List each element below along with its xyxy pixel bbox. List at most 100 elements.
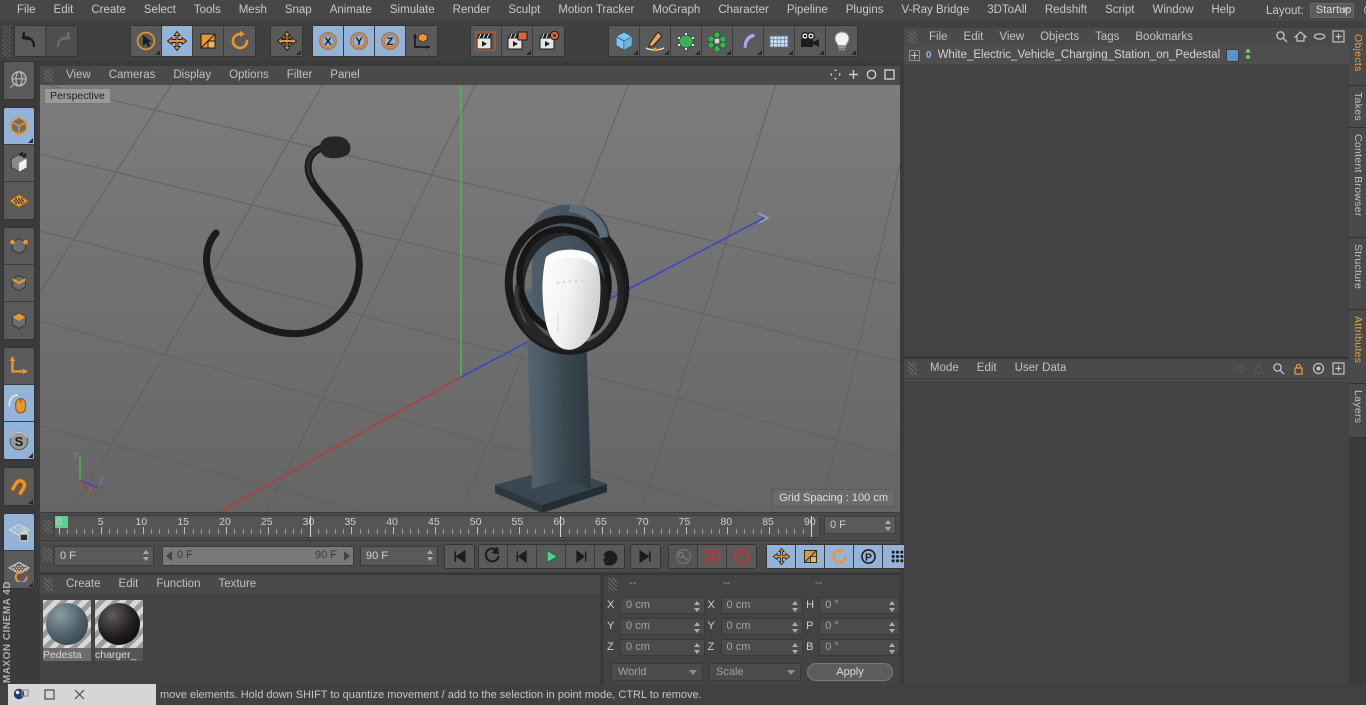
render-to-picture-viewer-button[interactable] xyxy=(502,26,533,56)
menu-item-select[interactable]: Select xyxy=(135,0,185,21)
material-swatch[interactable] xyxy=(43,600,91,648)
snap-magnet-button[interactable] xyxy=(4,468,34,505)
apply-button[interactable]: Apply xyxy=(807,663,893,681)
vertical-tab-layers[interactable]: Layers xyxy=(1349,384,1366,438)
zoom-view-icon[interactable] xyxy=(847,68,860,81)
pan-view-icon[interactable] xyxy=(829,68,842,81)
enable-axis-modification-button[interactable] xyxy=(4,385,34,422)
frame-start-spinner[interactable] xyxy=(143,550,150,561)
search-icon[interactable] xyxy=(1275,30,1288,43)
rotation-key-button[interactable] xyxy=(825,545,854,568)
coord-spinner[interactable] xyxy=(693,642,701,654)
coordinate-mode-select[interactable]: Scale xyxy=(709,663,801,681)
current-frame-field[interactable]: 0 F xyxy=(824,516,896,534)
play-button[interactable] xyxy=(537,545,566,568)
material-item[interactable]: charger_ xyxy=(95,600,143,661)
lock-workplane-button[interactable] xyxy=(4,514,34,551)
go-to-start-button[interactable] xyxy=(445,545,474,568)
timeline-ruler[interactable]: 0 5 10 15 20 25 30 35 40 45 50 55 60 65 70 75 80 85 90 xyxy=(54,515,820,538)
preview-range-slider[interactable]: 0 F 90 F xyxy=(162,546,354,566)
menu-item-mesh[interactable]: Mesh xyxy=(230,0,276,21)
coord-position-input[interactable]: 0 cm xyxy=(620,638,705,656)
add-mograph-button[interactable] xyxy=(702,26,733,56)
go-to-end-button[interactable] xyxy=(631,545,660,568)
coord-rotation-input[interactable]: 0 ° xyxy=(819,596,901,614)
undo-button[interactable] xyxy=(15,26,46,56)
ellipse-icon[interactable] xyxy=(1313,30,1326,43)
autokeying-button[interactable] xyxy=(669,545,698,568)
menu-item-mograph[interactable]: MoGraph xyxy=(643,0,709,21)
material-item[interactable]: Pedesta xyxy=(43,600,91,661)
menu-item-pipeline[interactable]: Pipeline xyxy=(778,0,837,21)
menu-item-file[interactable]: File xyxy=(8,0,45,21)
menu-item-motion-tracker[interactable]: Motion Tracker xyxy=(549,0,643,21)
menu-item-script[interactable]: Script xyxy=(1096,0,1143,21)
object-row[interactable]: 0 White_Electric_Vehicle_Charging_Statio… xyxy=(904,46,1349,64)
object-menu-tags[interactable]: Tags xyxy=(1087,28,1127,46)
parameter-key-button[interactable]: P xyxy=(854,545,883,568)
coord-spinner[interactable] xyxy=(693,600,701,612)
lock-z-axis[interactable]: Z xyxy=(375,26,406,56)
menu-item-edit[interactable]: Edit xyxy=(45,0,83,21)
model-mode-button[interactable] xyxy=(4,108,34,145)
redo-button[interactable] xyxy=(46,26,77,56)
add-cube-button[interactable] xyxy=(609,26,640,56)
object-menu-objects[interactable]: Objects xyxy=(1032,28,1087,46)
menu-item-create[interactable]: Create xyxy=(82,0,135,21)
transport-grip[interactable] xyxy=(43,548,52,561)
material-list[interactable]: Pedesta charger_ xyxy=(40,594,600,661)
frame-spinner[interactable] xyxy=(885,520,892,531)
vertical-tab-content-browser[interactable]: Content Browser xyxy=(1349,128,1366,238)
add-environment-button[interactable] xyxy=(764,26,795,56)
magnifier-icon[interactable] xyxy=(1362,3,1366,19)
toolbar-grip[interactable] xyxy=(2,25,11,57)
frame-end-field[interactable]: 90 F xyxy=(360,546,438,566)
viewport-canvas[interactable] xyxy=(40,66,900,512)
polygons-mode-button[interactable] xyxy=(4,302,34,339)
move-tool[interactable] xyxy=(162,26,193,56)
viewport-menu-options[interactable]: Options xyxy=(220,66,278,85)
render-settings-button[interactable] xyxy=(533,26,564,56)
previous-keyframe-button[interactable] xyxy=(479,545,508,568)
viewport-nav-icons[interactable] xyxy=(829,68,896,81)
keyframe-selection-button[interactable]: ? xyxy=(727,545,756,568)
history-forward-icon[interactable] xyxy=(1252,362,1265,375)
viewport-menu-display[interactable]: Display xyxy=(164,66,220,85)
next-keyframe-button[interactable] xyxy=(595,545,624,568)
coord-size-input[interactable]: 0 cm xyxy=(720,617,804,635)
coord-spinner[interactable] xyxy=(792,642,799,654)
add-deformer-button[interactable] xyxy=(733,26,764,56)
lock-y-axis[interactable]: Y xyxy=(344,26,375,56)
points-mode-button[interactable] xyxy=(4,228,34,265)
menu-item-help[interactable]: Help xyxy=(1202,0,1244,21)
home-icon[interactable] xyxy=(1293,30,1308,43)
material-menu-create[interactable]: Create xyxy=(57,575,110,594)
viewport-grip[interactable] xyxy=(44,69,53,82)
coord-position-input[interactable]: 0 cm xyxy=(620,596,705,614)
menu-item-simulate[interactable]: Simulate xyxy=(381,0,444,21)
menu-item-character[interactable]: Character xyxy=(709,0,778,21)
live-selection-tool[interactable] xyxy=(131,26,162,56)
add-camera-button[interactable] xyxy=(795,26,826,56)
coord-spinner[interactable] xyxy=(693,621,701,633)
object-visibility-dots[interactable] xyxy=(1246,49,1252,62)
menu-item-animate[interactable]: Animate xyxy=(321,0,381,21)
timeline-grip[interactable] xyxy=(43,520,52,533)
object-manager-icons[interactable] xyxy=(1275,30,1345,43)
attribute-menu-edit[interactable]: Edit xyxy=(968,359,1006,378)
coord-spinner[interactable] xyxy=(889,600,896,612)
menu-item-snap[interactable]: Snap xyxy=(276,0,321,21)
menu-item-sculpt[interactable]: Sculpt xyxy=(499,0,549,21)
cinema4d-icon[interactable] xyxy=(8,684,34,705)
coord-position-input[interactable]: 0 cm xyxy=(620,617,705,635)
menu-item-redshift[interactable]: Redshift xyxy=(1036,0,1096,21)
step-forward-button[interactable] xyxy=(566,545,595,568)
position-key-button[interactable] xyxy=(767,545,796,568)
material-menu-function[interactable]: Function xyxy=(147,575,209,594)
layout-select[interactable]: Startup xyxy=(1309,3,1355,18)
history-back-icon[interactable] xyxy=(1232,362,1248,375)
coordinate-system-select[interactable]: World xyxy=(611,663,703,681)
coord-rotation-input[interactable]: 0 ° xyxy=(819,617,901,635)
coordinates-grip[interactable] xyxy=(608,578,617,591)
render-view-button[interactable] xyxy=(471,26,502,56)
